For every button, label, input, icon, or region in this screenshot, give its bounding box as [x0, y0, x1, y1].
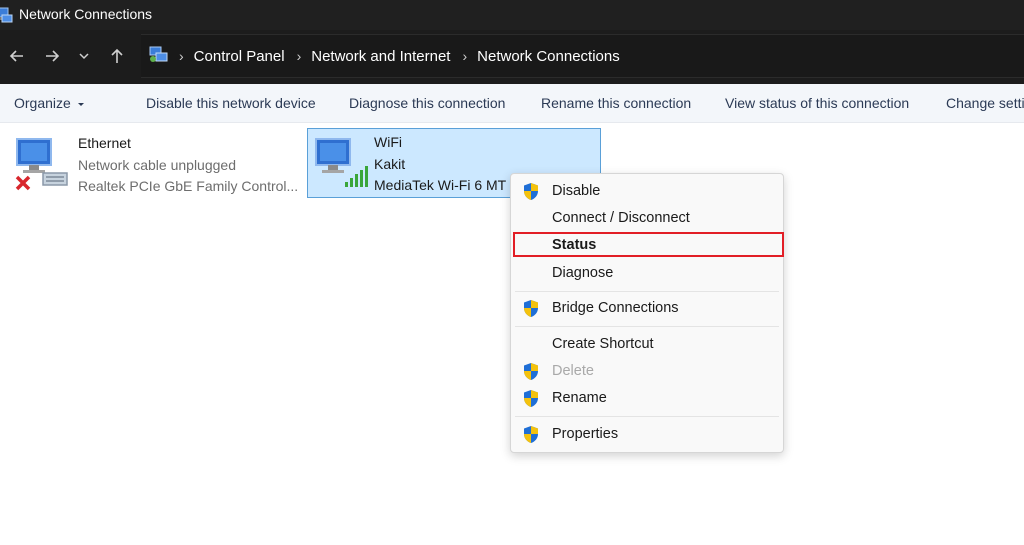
adapter-name: WiFi	[374, 134, 402, 150]
uac-shield-icon	[522, 425, 540, 448]
wifi-adapter-icon	[312, 133, 372, 200]
control-panel-icon	[149, 44, 169, 68]
title-bar: Network Connections	[0, 0, 1024, 30]
menu-item-rename[interactable]: Rename	[511, 386, 783, 412]
organize-button[interactable]: Organize	[14, 95, 85, 111]
menu-item-label: Diagnose	[552, 265, 614, 281]
menu-item-label: Properties	[552, 426, 619, 442]
status-highlight-box	[513, 232, 784, 257]
navigation-bar: › Control Panel › Network and Internet ›…	[0, 30, 1024, 84]
breadcrumb-separator: ›	[462, 48, 468, 64]
up-arrow-icon[interactable]	[105, 44, 129, 68]
recent-locations-chevron-icon[interactable]	[72, 44, 96, 68]
view-status-button[interactable]: View status of this connection	[725, 95, 909, 111]
back-arrow-icon[interactable]	[5, 44, 29, 68]
uac-shield-icon	[522, 362, 540, 385]
menu-item-label: Connect / Disconnect	[552, 210, 690, 226]
change-settings-button[interactable]: Change setti	[946, 95, 1024, 111]
breadcrumb-control-panel[interactable]: Control Panel	[194, 48, 285, 65]
adapter-tile-ethernet[interactable]: Ethernet Network cable unplugged Realtek…	[10, 129, 302, 197]
menu-item-properties[interactable]: Properties	[511, 422, 783, 448]
menu-item-label: Disable	[552, 183, 601, 199]
address-box[interactable]: › Control Panel › Network and Internet ›…	[141, 34, 1024, 78]
adapter-name: Ethernet	[78, 135, 131, 151]
uac-shield-icon	[522, 389, 540, 412]
adapter-device: MediaTek Wi-Fi 6 MT	[374, 177, 507, 193]
menu-item-bridge-connections[interactable]: Bridge Connections	[511, 296, 783, 322]
menu-item-create-shortcut[interactable]: Create Shortcut	[511, 332, 783, 358]
ethernet-adapter-icon	[13, 133, 73, 200]
menu-separator	[515, 291, 779, 292]
menu-item-disable[interactable]: Disable	[511, 179, 783, 205]
adapter-device: Realtek PCIe GbE Family Control...	[78, 178, 299, 194]
menu-item-label: Delete	[552, 363, 594, 379]
menu-separator	[515, 416, 779, 417]
menu-item-diagnose[interactable]: Diagnose	[511, 261, 783, 287]
forward-arrow-icon[interactable]	[40, 44, 64, 68]
menu-item-label: Rename	[552, 390, 607, 406]
command-bar: Organize Disable this network device Dia…	[0, 84, 1024, 123]
network-connections-icon	[0, 5, 14, 30]
adapter-status: Kakit	[374, 156, 406, 172]
context-menu: Disable Connect / Disconnect Status Diag…	[510, 173, 784, 453]
disable-device-button[interactable]: Disable this network device	[146, 95, 316, 111]
menu-separator	[515, 326, 779, 327]
caret-down-icon	[77, 103, 84, 107]
window-title: Network Connections	[19, 6, 153, 22]
uac-shield-icon	[522, 299, 540, 322]
menu-item-delete: Delete	[511, 359, 783, 385]
uac-shield-icon	[522, 182, 540, 205]
breadcrumb-separator: ›	[179, 48, 184, 64]
breadcrumb-network-connections[interactable]: Network Connections	[477, 48, 620, 65]
breadcrumb-network-and-internet[interactable]: Network and Internet	[311, 48, 450, 65]
rename-connection-button[interactable]: Rename this connection	[541, 95, 691, 111]
diagnose-connection-button[interactable]: Diagnose this connection	[349, 95, 505, 111]
adapter-status: Network cable unplugged	[78, 157, 236, 173]
breadcrumb-separator: ›	[296, 48, 302, 64]
menu-item-label: Bridge Connections	[552, 300, 679, 316]
menu-item-connect-disconnect[interactable]: Connect / Disconnect	[511, 206, 783, 232]
menu-item-label: Create Shortcut	[552, 336, 654, 352]
